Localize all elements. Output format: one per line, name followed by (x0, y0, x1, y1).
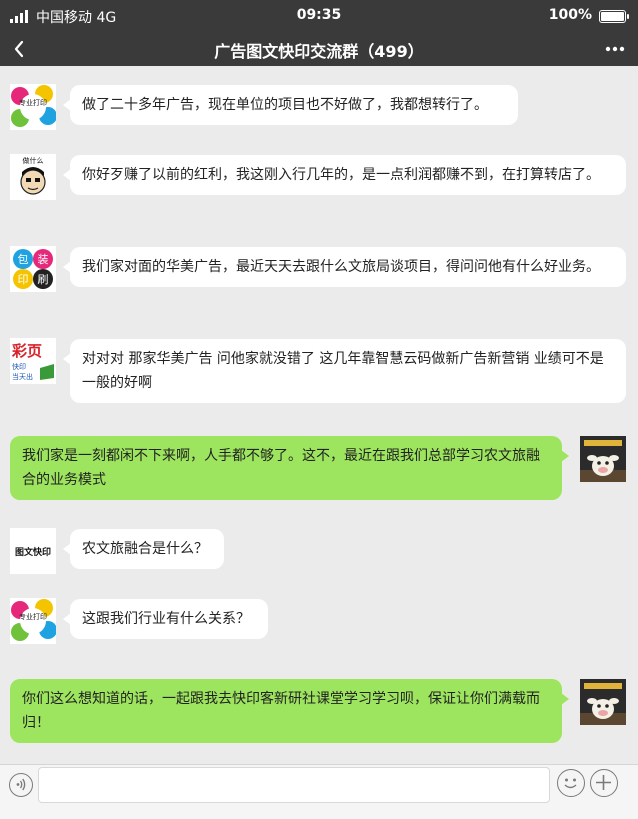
group-title: 广告图文快印交流群（499） (214, 42, 424, 61)
message-bubble[interactable]: 我们家是一刻都闲不下来啊，人手都不够了。这不，最近在跟我们总部学习农文旅融合的业… (10, 436, 569, 500)
plus-icon[interactable] (590, 769, 618, 797)
message-bubble[interactable]: 做了二十多年广告，现在单位的项目也不好做了，我都想转行了。 (63, 85, 518, 125)
emoji-icon[interactable] (557, 769, 585, 797)
message-input[interactable] (38, 767, 550, 803)
voice-icon[interactable] (9, 773, 33, 797)
avatar-text: 做什么 (23, 156, 44, 165)
avatar-cmyk-print-icon[interactable]: 包 装 印 刷 (10, 246, 56, 292)
avatar-text: 专业打印 (19, 612, 47, 621)
avatar-colorful-splash-icon[interactable]: 专业打印 (10, 84, 56, 130)
message-list[interactable]: 专业打印 做了二十多年广告，现在单位的项目也不好做了，我都想转行了。 做什么 你… (0, 66, 638, 764)
avatar-meme-icon[interactable]: 做什么 (10, 154, 56, 200)
message-bubble[interactable]: 我们家对面的华美广告，最近天天去跟什么文旅局谈项目，得问问他有什么好业务。 (63, 247, 626, 287)
avatar-text: 快印 (12, 362, 26, 371)
avatar-text: 装 (38, 253, 49, 266)
avatar-text: 当天出 (12, 372, 33, 381)
status-bar: 中国移动 4G 09:35 100% (0, 0, 638, 32)
battery-percent: 100% (548, 7, 592, 23)
status-time: 09:35 (296, 7, 342, 23)
battery-icon (599, 10, 629, 23)
avatar-text: 印 (18, 273, 29, 286)
message-bubble[interactable]: 对对对 那家华美广告 问他家就没错了 这几年靠智慧云码做新广告新营销 业绩可不是… (63, 339, 626, 403)
message-bubble[interactable]: 这跟我们行业有什么关系？ (63, 599, 268, 639)
avatar-text-logo-icon[interactable]: 图文快印 (10, 528, 56, 574)
avatar-text: 包 (18, 253, 29, 266)
avatar-colorpage-icon[interactable]: 彩页 快印 当天出 (10, 338, 56, 384)
avatar-colorful-splash-icon[interactable]: 专业打印 (10, 598, 56, 644)
message-bubble[interactable]: 你好歹赚了以前的红利，我这刚入行几年的，是一点利润都赚不到，在打算转店了。 (63, 155, 626, 195)
avatar-text: 彩页 (11, 342, 42, 360)
message-bubble[interactable]: 农文旅融合是什么？ (63, 529, 224, 569)
message-bubble[interactable]: 你们这么想知道的话，一起跟我去快印客新研社课堂学习学习呗，保证让你们满载而归！ (10, 679, 569, 743)
avatar-text: 图文快印 (15, 546, 51, 558)
avatar-text: 专业打印 (19, 98, 47, 107)
avatar-cow-mascot-icon[interactable] (580, 679, 626, 725)
avatar-text: 刷 (38, 273, 49, 286)
more-dots-icon[interactable] (602, 36, 628, 62)
input-bar (0, 764, 638, 819)
avatar-cow-mascot-icon[interactable] (580, 436, 626, 482)
chat-header: 广告图文快印交流群（499） (0, 32, 638, 66)
